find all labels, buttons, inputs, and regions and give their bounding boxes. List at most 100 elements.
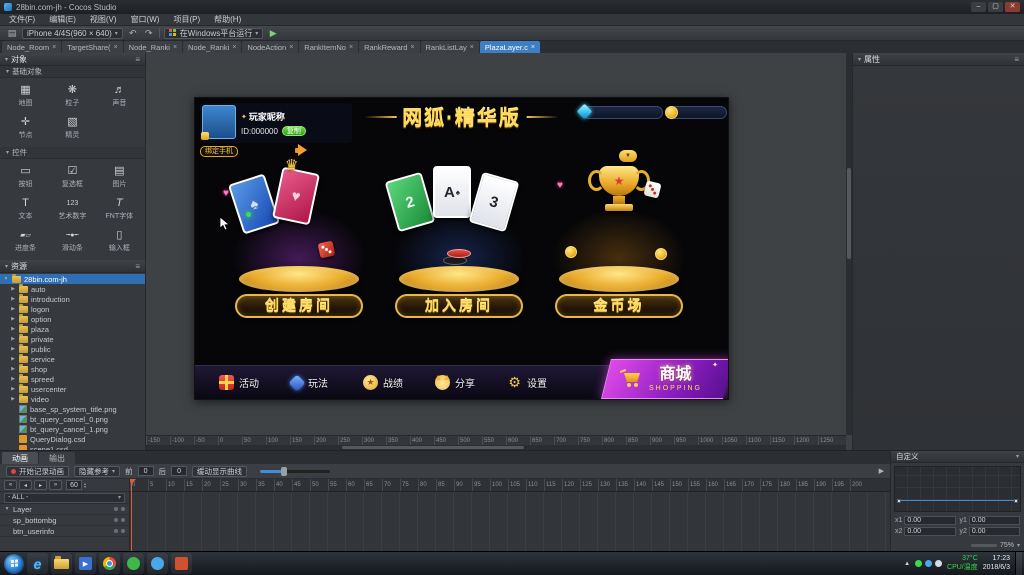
copy-id-button[interactable]: 复制 [282,126,306,136]
menu-gem[interactable]: 玩法 [291,375,363,390]
tab-RankItemNo[interactable]: RankItemNo× [299,41,358,53]
timeline-zoom-slider[interactable] [260,470,330,473]
menu-medal[interactable]: ★战绩 [363,375,435,390]
shop-button[interactable]: 商城 SHOPPING [596,359,728,399]
tab-Node_Ranki[interactable]: Node_Ranki× [124,41,182,53]
tab-RankReward[interactable]: RankReward× [359,41,419,53]
object-picture[interactable]: ▤图片 [96,161,143,193]
layer-filter-select[interactable]: - ALL - ▾ [4,493,125,503]
tab-output[interactable]: 输出 [39,452,75,464]
tree-item-2[interactable]: ▶introduction [0,294,145,304]
record-animation-button[interactable]: 开始记录动画 [6,466,69,477]
tree-item-10[interactable]: ▶spreed [0,374,145,384]
flag-dot[interactable] [114,529,118,533]
objects-panel-header[interactable]: ▾ 对象 ≡ [0,53,145,66]
layer-row-Layer[interactable]: ▼Layer [0,504,129,515]
menu-gift[interactable]: 活动 [219,375,291,390]
object-button[interactable]: ▭按钮 [2,161,49,193]
group-header-0[interactable]: ▾基础对象 [0,66,145,78]
tab-close-icon[interactable]: × [470,44,474,51]
object-slider[interactable]: ╼●╾滑动条 [49,225,96,257]
object-input-box[interactable]: ▯输入框 [96,225,143,257]
gold-field-button[interactable]: 金币场 [555,294,683,318]
maximize-button[interactable]: ▢ [988,2,1003,12]
slider-knob[interactable] [281,467,287,476]
tree-item-0[interactable]: ▼28bin.com-jh [0,274,145,284]
run-button[interactable]: ▶ [267,28,279,39]
tree-item-7[interactable]: ▶public [0,344,145,354]
panel-menu-icon[interactable]: ≡ [1014,55,1019,64]
x1-input[interactable]: 0.00 [904,516,955,525]
resources-panel-header[interactable]: ▾ 资源 ≡ [0,260,145,273]
flag-dot[interactable] [114,507,118,511]
panel-menu-icon[interactable]: ≡ [135,55,140,64]
tree-item-16[interactable]: QueryDialog.csd [0,434,145,444]
tab-close-icon[interactable]: × [52,44,56,51]
zoom-slider[interactable] [971,544,997,547]
curve-point-1[interactable] [897,499,901,503]
menu-item-3[interactable]: 窗口(W) [124,14,167,25]
curve-display-toggle[interactable]: 缓动显示曲线 [192,466,247,477]
tab-close-icon[interactable]: × [289,44,293,51]
scene-icon[interactable]: ▤ [6,28,18,39]
timeline-area[interactable]: 0510152025303540455055606570758085909510… [130,479,890,551]
object-node[interactable]: ✛节点 [2,112,49,144]
flag-dot[interactable] [114,518,118,522]
object-checkbox[interactable]: ☑复选框 [49,161,96,193]
taskbar-media-player-icon[interactable]: ▶ [75,553,96,574]
player-info[interactable]: 玩家昵称 ID:000000 复制 [200,103,352,143]
playhead[interactable] [131,479,132,551]
tab-close-icon[interactable]: × [531,44,535,51]
object-map[interactable]: ▦地图 [2,80,49,112]
horizontal-scrollbar[interactable] [146,445,846,450]
start-button[interactable] [4,554,24,574]
scrollbar-thumb[interactable] [847,168,851,260]
redo-icon[interactable]: ↷ [143,28,155,39]
tree-item-4[interactable]: ▶option [0,314,145,324]
last-frame-button[interactable]: » [49,480,62,490]
onion-before-input[interactable]: 0 [138,466,154,476]
properties-panel-header[interactable]: ▾ 属性 ≡ [853,53,1024,66]
tray-white-icon[interactable] [935,560,942,567]
layer-row-sp_bottombg[interactable]: sp_bottombg [0,515,129,526]
scrollbar-thumb[interactable] [342,446,524,449]
object-art-number[interactable]: 123艺术数字 [49,193,96,225]
taskbar-chrome-icon[interactable] [99,553,120,574]
clock[interactable]: 17:23 2018/6/3 [983,555,1010,572]
tab-Node_Room[interactable]: Node_Room× [2,41,61,53]
show-desktop-button[interactable] [1015,552,1022,575]
play-button[interactable]: ▸ [34,480,47,490]
tab-close-icon[interactable]: × [114,44,118,51]
create-room-art[interactable]: ♠ ♥ ♛ ♥ [219,158,379,298]
tree-item-9[interactable]: ▶shop [0,364,145,374]
curve-point-2[interactable] [1014,499,1018,503]
taskbar-ie-icon[interactable]: e [27,553,48,574]
diamond-currency-bar[interactable] [583,106,663,119]
object-sprite[interactable]: ▧精灵 [49,112,96,144]
menu-lucky-cat[interactable]: 分享 [435,375,507,390]
easing-header[interactable]: 自定义 ▾ [891,451,1024,463]
vertical-scrollbar[interactable] [846,53,852,435]
coin-currency-bar[interactable] [669,106,727,119]
first-frame-button[interactable]: « [4,480,17,490]
object-particle[interactable]: ❋粒子 [49,80,96,112]
gold-field-art[interactable]: ★ ♥ [539,158,699,298]
tab-close-icon[interactable]: × [232,44,236,51]
menu-item-1[interactable]: 编辑(E) [42,14,83,25]
tab-close-icon[interactable]: × [173,44,177,51]
canvas-area[interactable]: 玩家昵称 ID:000000 复制 绑定手机 网狐·精华版 ▼ [146,53,852,450]
fps-spinner[interactable]: ▴▾ [84,482,86,488]
easing-graph[interactable] [894,466,1021,512]
y2-input[interactable]: 0.00 [969,527,1020,536]
tab-Node_Ranki[interactable]: Node_Ranki× [183,41,241,53]
x2-input[interactable]: 0.00 [904,527,955,536]
tab-close-icon[interactable]: × [410,44,414,51]
tab-TargetShare([interactable]: TargetShare(× [62,41,122,53]
flag-dot[interactable] [121,518,125,522]
bind-phone-button[interactable]: 绑定手机 [200,146,238,157]
close-button[interactable]: ✕ [1005,2,1020,12]
tree-item-3[interactable]: ▶logon [0,304,145,314]
tree-item-12[interactable]: ▶video [0,394,145,404]
prev-frame-button[interactable]: ◂ [19,480,32,490]
join-room-button[interactable]: 加入房间 [395,294,523,318]
